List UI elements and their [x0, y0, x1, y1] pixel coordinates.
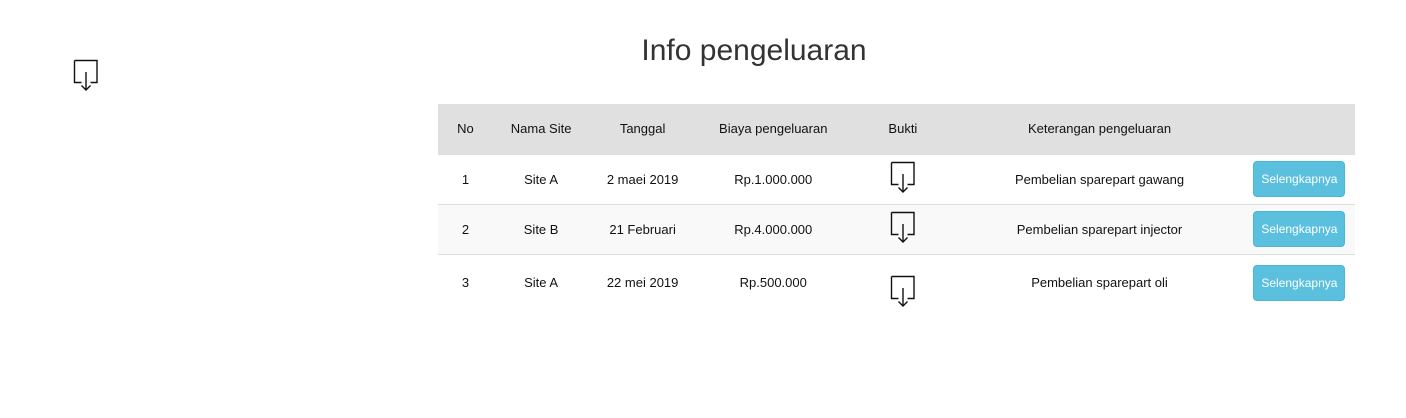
header-description: Keterangan pengeluaran — [1027, 121, 1172, 137]
cell-proof — [851, 154, 956, 204]
cell-proof — [851, 204, 956, 254]
header-date: Tanggal — [619, 121, 666, 137]
cell-date: 22 mei 2019 — [606, 275, 679, 290]
table-row: 2 Site B 21 Februari Rp.4.000.000 Pembel… — [438, 204, 1355, 254]
header-proof: Bukti — [888, 121, 918, 137]
cell-no: 1 — [461, 171, 470, 187]
page-title: Info pengeluaran — [641, 34, 867, 68]
details-button[interactable]: Selengkapnya — [1253, 211, 1346, 247]
header-action — [1244, 104, 1355, 154]
cell-action: Selengkapnya — [1244, 154, 1355, 204]
cell-cost: Rp.1.000.000 — [734, 171, 813, 187]
details-button[interactable]: Selengkapnya — [1253, 264, 1346, 301]
cell-cost: Rp.500.000 — [739, 275, 807, 290]
cell-site: Site A — [524, 171, 559, 187]
details-button[interactable]: Selengkapnya — [1253, 161, 1346, 197]
cell-description: Pembelian sparepart injector — [1016, 221, 1183, 237]
expense-table: No Nama Site Tanggal Biaya pengeluaran B… — [438, 104, 1355, 311]
header-cost: Biaya pengeluaran — [719, 121, 828, 137]
download-icon[interactable] — [890, 211, 916, 244]
cell-no: 3 — [461, 275, 470, 290]
cell-description: Pembelian sparepart gawang — [1014, 171, 1185, 187]
download-icon[interactable] — [890, 161, 916, 194]
page: Info pengeluaran No Nama Site Tanggal Bi… — [0, 0, 1406, 418]
cell-date: 2 maei 2019 — [606, 171, 679, 187]
cell-description: Pembelian sparepart oli — [1031, 275, 1168, 290]
cell-cost: Rp.4.000.000 — [734, 221, 813, 237]
header-site-name: Nama Site — [510, 121, 572, 137]
cell-action: Selengkapnya — [1244, 204, 1355, 254]
download-icon[interactable] — [890, 275, 916, 308]
table-header-row: No Nama Site Tanggal Biaya pengeluaran B… — [438, 104, 1355, 154]
cell-no: 2 — [461, 221, 470, 237]
cell-proof — [851, 254, 956, 311]
cell-site: Site B — [523, 221, 559, 237]
header-no: No — [457, 121, 474, 137]
table-row: 3 Site A 22 mei 2019 Rp.500.000 Pembelia… — [438, 254, 1355, 311]
cell-action: Selengkapnya — [1244, 254, 1355, 311]
download-icon[interactable] — [73, 59, 99, 92]
table-row: 1 Site A 2 maei 2019 Rp.1.000.000 Pembel… — [438, 154, 1355, 204]
cell-date: 21 Februari — [609, 221, 676, 237]
cell-site: Site A — [524, 275, 559, 290]
